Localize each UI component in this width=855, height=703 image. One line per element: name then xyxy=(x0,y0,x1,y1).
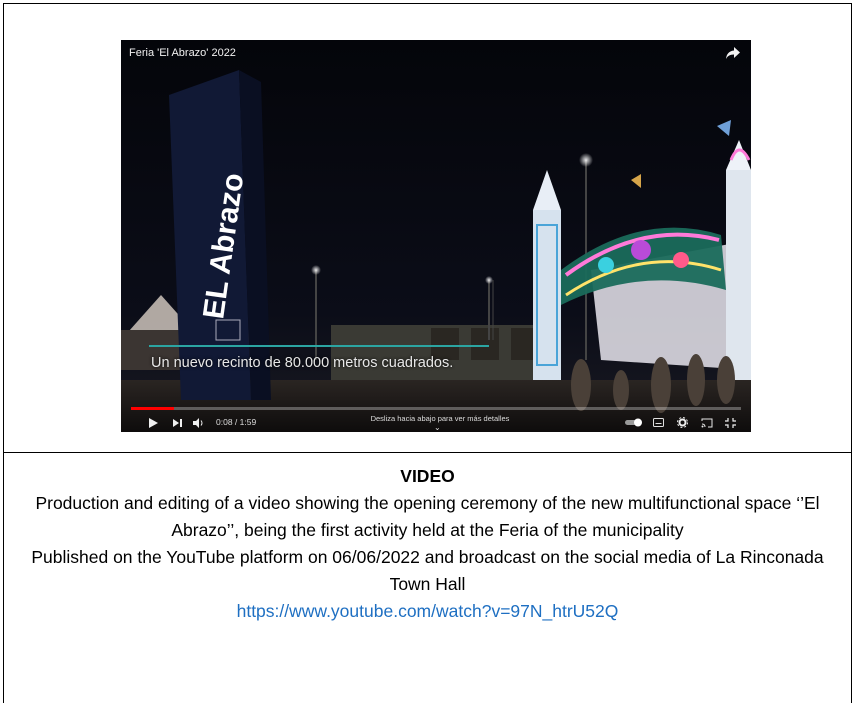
table-row-divider xyxy=(4,452,851,453)
video-player[interactable]: EL Abrazo Feria 'El Abrazo' 2022 Un nuev… xyxy=(121,40,751,432)
tower-lettering: EL Abrazo xyxy=(197,171,250,321)
tower-text: EL Abrazo xyxy=(197,171,250,321)
swipe-hint: Desliza hacia abajo para ver más detalle… xyxy=(370,414,510,423)
captions-icon[interactable] xyxy=(653,418,664,427)
description-paragraph-1: Production and editing of a video showin… xyxy=(35,493,820,540)
subtitle-underline xyxy=(149,345,489,347)
chevron-down-icon[interactable]: ⌄ xyxy=(434,423,441,432)
video-subtitle: Un nuevo recinto de 80.000 metros cuadra… xyxy=(151,355,454,371)
progress-fill xyxy=(131,407,174,410)
exit-fullscreen-icon[interactable] xyxy=(725,418,736,428)
cast-icon[interactable] xyxy=(701,418,713,428)
time-display: 0:08 / 1:59 xyxy=(216,417,257,427)
play-icon[interactable] xyxy=(149,418,158,428)
description-paragraph-2: Published on the YouTube platform on 06/… xyxy=(31,547,824,594)
next-icon[interactable] xyxy=(173,419,182,427)
volume-icon[interactable] xyxy=(193,418,204,428)
settings-icon[interactable] xyxy=(677,417,688,428)
player-controls: 0:08 / 1:59 Desliza hacia abajo para ver… xyxy=(121,412,751,432)
video-description: VIDEO Production and editing of a video … xyxy=(4,463,851,625)
share-icon[interactable] xyxy=(725,46,741,60)
autoplay-toggle-icon[interactable] xyxy=(625,418,643,427)
document-table: EL Abrazo Feria 'El Abrazo' 2022 Un nuev… xyxy=(3,3,852,703)
youtube-link[interactable]: https://www.youtube.com/watch?v=97N_htrU… xyxy=(4,598,851,625)
section-heading: VIDEO xyxy=(400,466,455,486)
video-title[interactable]: Feria 'El Abrazo' 2022 xyxy=(129,47,236,59)
progress-bar[interactable] xyxy=(131,407,741,410)
